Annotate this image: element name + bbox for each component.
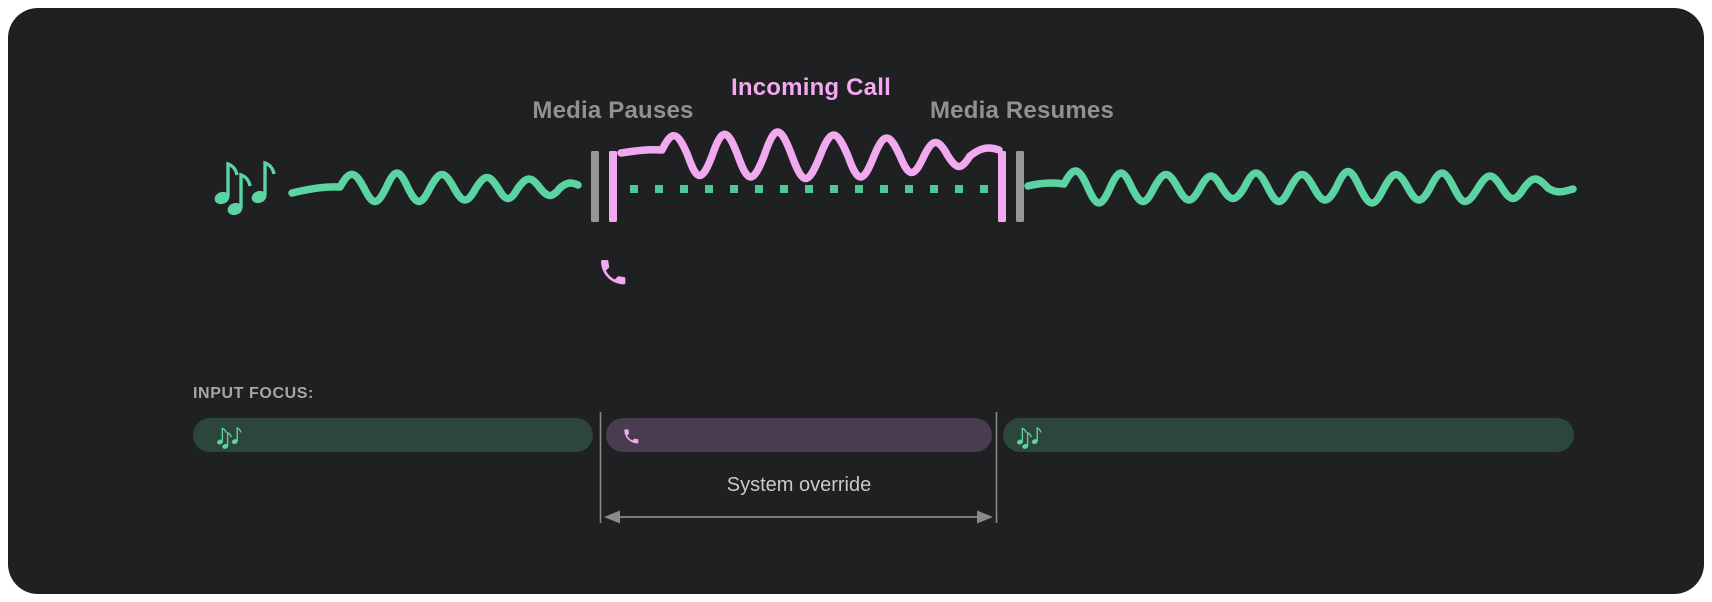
- pause-marker-pink: [609, 151, 617, 222]
- media-waveform-right: [1028, 171, 1573, 203]
- music-notes-icon: [214, 163, 274, 216]
- focus-segment-media-2: [1003, 418, 1574, 452]
- system-override-arrow: [604, 511, 993, 524]
- focus-segment-media-1: [193, 418, 593, 452]
- media-waveform-left: [292, 173, 578, 202]
- phone-icon: [601, 260, 625, 284]
- call-waveform: [621, 132, 999, 179]
- media-pauses-label: Media Pauses: [532, 97, 693, 125]
- input-focus-heading: INPUT FOCUS:: [193, 385, 314, 403]
- diagram-canvas: Media Pauses Incoming Call Media Resumes…: [0, 0, 1712, 602]
- media-resumes-label: Media Resumes: [930, 97, 1114, 125]
- resume-marker-pink: [998, 151, 1006, 222]
- resume-marker-gray: [1016, 151, 1024, 222]
- system-override-label: System override: [727, 474, 872, 497]
- pause-marker-gray: [591, 151, 599, 222]
- incoming-call-label: Incoming Call: [731, 74, 891, 102]
- focus-segment-call: [606, 418, 992, 452]
